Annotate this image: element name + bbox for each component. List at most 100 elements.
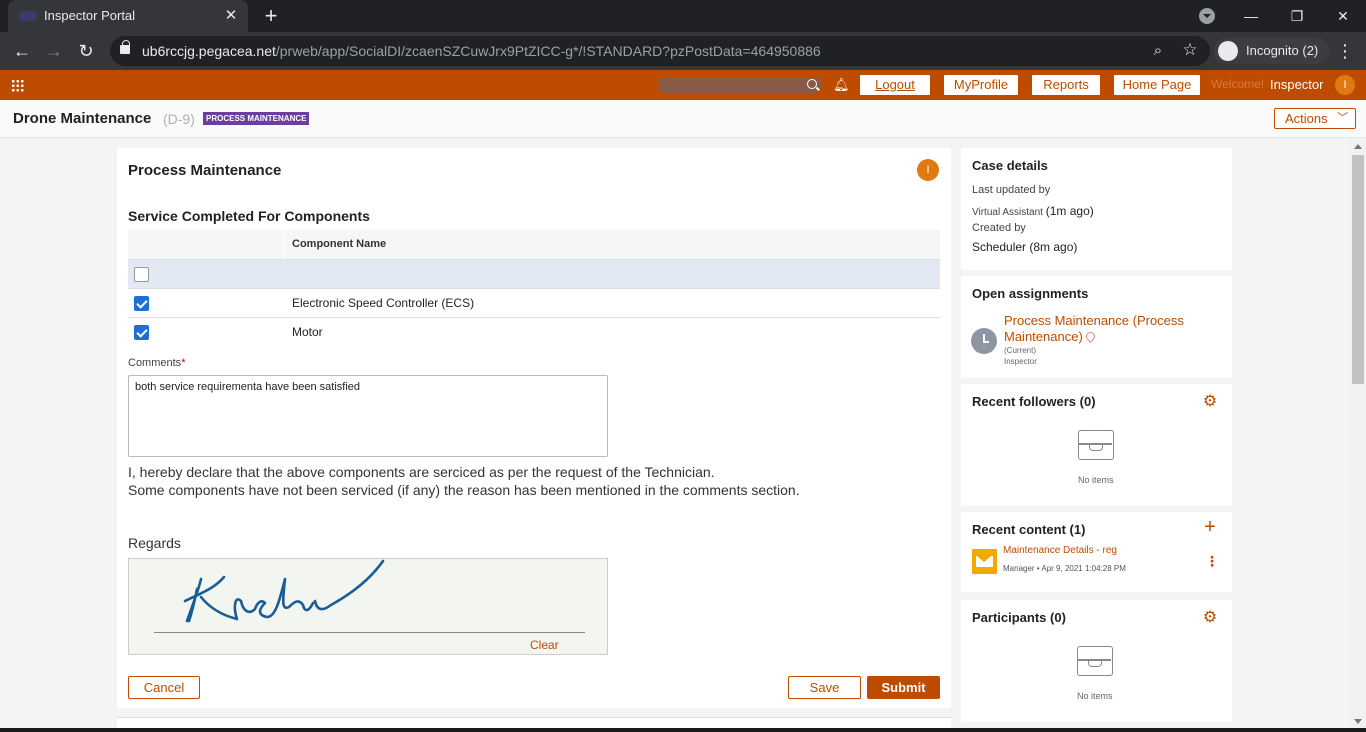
logout-button[interactable]: Logout — [860, 75, 930, 95]
page-title: Drone Maintenance — [13, 110, 152, 127]
app-header: 🔔︎ Logout MyProfile Reports Home Page We… — [0, 70, 1366, 100]
declaration-line-1: I, hereby declare that the above compone… — [128, 464, 715, 480]
clear-signature-link[interactable]: Clear — [530, 638, 559, 652]
mail-icon — [972, 549, 997, 574]
tab-close-icon[interactable]: ✕ — [220, 5, 242, 27]
required-mark: * — [181, 357, 186, 369]
last-updated-label: Last updated by — [972, 184, 1051, 196]
home-page-button[interactable]: Home Page — [1114, 75, 1200, 95]
inbox-icon — [1077, 646, 1113, 676]
signature-pad[interactable]: Clear — [128, 558, 608, 655]
case-details-title: Case details — [972, 158, 1048, 173]
assignment-link[interactable]: Process Maintenance (Process Maintenance… — [1004, 313, 1204, 345]
bell-icon[interactable]: 🔔︎ — [833, 77, 850, 93]
case-details-panel: Case details Last updated by Virtual Ass… — [961, 148, 1232, 270]
participants-panel: Participants (0) ⚙ No items — [961, 600, 1232, 722]
table-header-row: Component Name — [128, 230, 940, 260]
tab-favicon-icon — [20, 11, 36, 21]
inbox-icon — [1078, 430, 1114, 460]
restore-button[interactable]: ❐ — [1283, 3, 1311, 29]
header-search-input[interactable] — [658, 77, 822, 93]
taskbar-strip — [0, 728, 1366, 732]
welcome-text: Welcome! — [1211, 77, 1265, 91]
lock-icon — [120, 40, 130, 54]
form-title: Process Maintenance — [128, 162, 282, 179]
url-host: ub6rccjg.pegacea.net — [142, 43, 276, 59]
participants-title: Participants (0) — [972, 610, 1066, 625]
recent-content-link[interactable]: Maintenance Details - reg — [1003, 545, 1117, 556]
signature-baseline — [154, 632, 585, 633]
url-text: ub6rccjg.pegacea.net/prweb/app/SocialDI/… — [142, 43, 821, 59]
table-row[interactable] — [128, 260, 940, 289]
scroll-up-icon[interactable] — [1354, 144, 1362, 149]
actions-label: Actions — [1285, 111, 1328, 126]
gear-icon[interactable]: ⚙ — [1201, 609, 1219, 627]
apps-grid-icon[interactable] — [11, 79, 24, 92]
page-scrollbar[interactable] — [1350, 138, 1366, 732]
user-name[interactable]: Inspector — [1270, 77, 1323, 92]
declaration-line-2: Some components have not been serviced (… — [128, 482, 800, 498]
reports-button[interactable]: Reports — [1032, 75, 1100, 95]
search-icon[interactable] — [807, 79, 817, 89]
recent-content-title: Recent content (1) — [972, 522, 1086, 537]
actions-button[interactable]: Actions ﹀ — [1274, 108, 1356, 129]
row-checkbox-checked[interactable] — [134, 325, 149, 340]
table-row[interactable]: Motor — [128, 318, 940, 347]
incognito-profile-button[interactable]: Incognito (2) — [1214, 38, 1330, 64]
save-button[interactable]: Save — [788, 676, 861, 699]
recent-content-panel: Recent content (1) + Maintenance Details… — [961, 512, 1232, 592]
clock-icon — [971, 328, 997, 354]
status-badge: PROCESS MAINTENANCE — [203, 112, 310, 125]
more-vert-icon[interactable]: ⋮ — [1205, 553, 1219, 569]
participants-empty-text: No items — [1077, 691, 1113, 701]
comments-label: Comments* — [128, 357, 185, 369]
chevron-down-icon: ﹀ — [1337, 112, 1348, 124]
avatar[interactable]: I — [1335, 75, 1355, 95]
reload-icon[interactable]: ↻ — [74, 39, 98, 63]
back-icon[interactable]: ← — [10, 39, 34, 63]
last-updated-by-name: Virtual Assistant — [972, 207, 1043, 218]
scroll-down-icon[interactable] — [1354, 719, 1362, 724]
assignee-badge: I — [917, 159, 939, 181]
myprofile-button[interactable]: MyProfile — [944, 75, 1018, 95]
case-header: Drone Maintenance (D-9) PROCESS MAINTENA… — [0, 100, 1366, 138]
recent-followers-panel: Recent followers (0) ⚙ No items — [961, 384, 1232, 506]
comments-textarea[interactable]: both service requirementa have been sati… — [128, 375, 608, 457]
zoom-icon[interactable]: ⌕ — [1148, 41, 1168, 61]
components-table: Component Name Electronic Speed Controll… — [128, 230, 940, 347]
row-checkbox-checked[interactable] — [134, 296, 149, 311]
last-updated-ago: (1m ago) — [1045, 204, 1094, 218]
followers-empty-text: No items — [1078, 475, 1114, 485]
plus-icon[interactable]: + — [1201, 517, 1219, 537]
browser-tab[interactable]: Inspector Portal ✕ — [8, 0, 248, 32]
cancel-button[interactable]: Cancel — [128, 676, 200, 699]
bookmark-star-icon[interactable]: ☆ — [1180, 40, 1200, 60]
address-bar[interactable]: ub6rccjg.pegacea.net/prweb/app/SocialDI/… — [110, 36, 1210, 66]
window-close-button[interactable]: ✕ — [1329, 3, 1357, 29]
row-checkbox[interactable] — [134, 267, 149, 282]
component-name-cell: Motor — [292, 325, 323, 339]
minimize-button[interactable]: — — [1237, 3, 1265, 29]
scroll-thumb[interactable] — [1352, 155, 1364, 384]
url-path: /prweb/app/SocialDI/zcaenSZCuwJrx9PtZICC… — [275, 43, 821, 59]
tab-search-icon[interactable] — [1199, 8, 1215, 24]
incognito-label: Incognito (2) — [1246, 43, 1319, 58]
open-assignments-panel: Open assignments Process Maintenance (Pr… — [961, 276, 1232, 378]
open-assignments-title: Open assignments — [972, 286, 1089, 301]
comments-label-text: Comments — [128, 357, 182, 369]
browser-toolbar: ← → ↻ ub6rccjg.pegacea.net/prweb/app/Soc… — [0, 32, 1366, 70]
component-name-cell: Electronic Speed Controller (ECS) — [292, 296, 475, 310]
created-by: Scheduler (8m ago) — [972, 240, 1078, 254]
last-updated-by: Virtual Assistant (1m ago) — [972, 204, 1094, 218]
section-title: Service Completed For Components — [128, 208, 370, 224]
column-divider — [284, 230, 285, 260]
new-tab-button[interactable]: + — [258, 3, 284, 29]
created-label: Created by — [972, 222, 1026, 234]
forward-icon[interactable]: → — [42, 39, 66, 63]
submit-button[interactable]: Submit — [867, 676, 940, 699]
gear-icon[interactable]: ⚙ — [1201, 393, 1219, 411]
table-row[interactable]: Electronic Speed Controller (ECS) — [128, 289, 940, 318]
followers-title: Recent followers (0) — [972, 394, 1096, 409]
column-header-component-name: Component Name — [292, 238, 387, 250]
browser-menu-icon[interactable]: ⋮ — [1336, 39, 1354, 63]
